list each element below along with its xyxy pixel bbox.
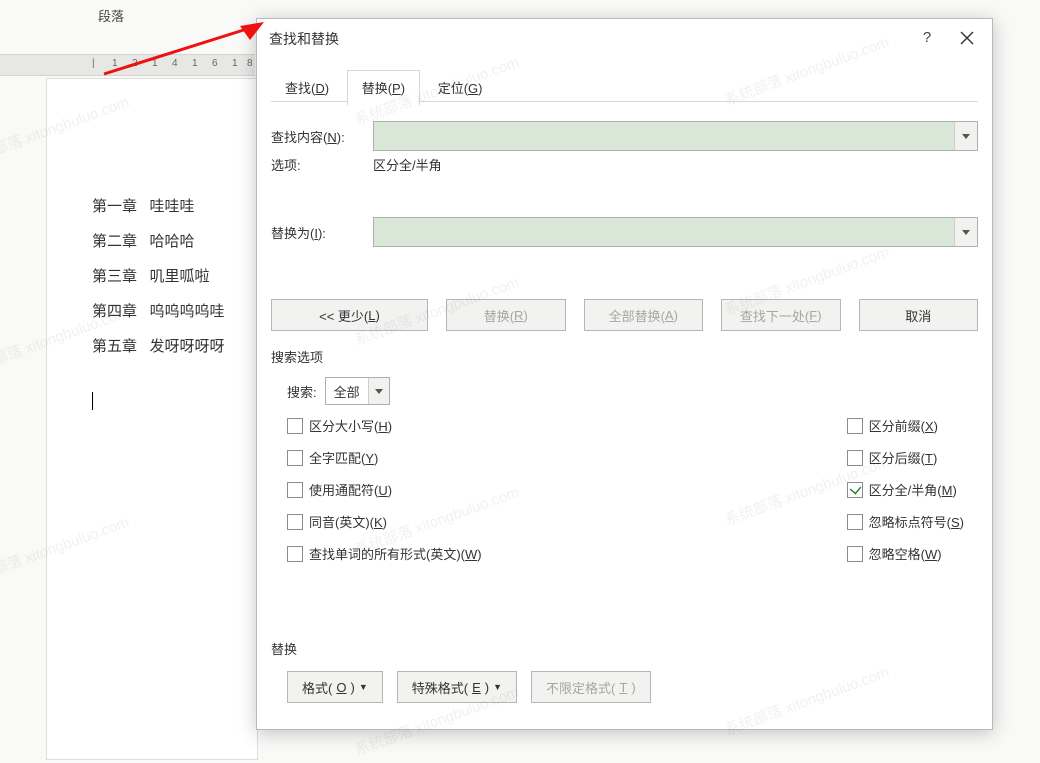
caret-down-icon: ▼ [493,682,502,692]
caret-down-icon: ▼ [359,682,368,692]
search-direction-value: 全部 [326,382,368,401]
replace-input[interactable] [374,218,954,246]
document-page[interactable] [46,78,258,760]
chevron-down-icon [962,230,970,235]
options-right-column: 区分前缀(X) 区分后缀(T) 区分全/半角(M) 忽略标点符号(S) 忽略空格… [847,416,964,563]
check-wildcards[interactable]: 使用通配符(U) [287,480,482,499]
format-button[interactable]: 格式(O)▼ [287,671,383,703]
tab-goto[interactable]: 定位(G) [424,71,497,105]
check-sounds-like[interactable]: 同音(英文)(K) [287,512,482,531]
doc-line[interactable]: 第二章 哈哈哈 [92,234,195,249]
cancel-button[interactable]: 取消 [859,299,979,331]
replace-section-label: 替换 [271,639,297,658]
checkbox-icon [847,514,863,530]
checkbox-icon [287,450,303,466]
find-next-button[interactable]: 查找下一处(F) [721,299,841,331]
replace-button[interactable]: 替换(R) [446,299,566,331]
search-direction-select[interactable]: 全部 [325,377,390,405]
text-cursor [92,392,93,410]
search-direction-row: 搜索: 全部 [287,377,390,405]
help-button[interactable]: ? [912,25,942,51]
checkbox-icon [847,546,863,562]
find-replace-dialog: 查找和替换 ? 查找(D) 替换(P) 定位(G) 查找内容(N): 选项: 区… [256,18,993,730]
doc-line[interactable]: 第三章 叽里呱啦 [92,269,210,284]
replace-label: 替换为(I): [271,223,363,242]
ribbon-group-paragraph: 段落 [98,6,124,25]
check-match-suffix[interactable]: 区分后缀(T) [847,448,938,467]
search-options-label: 搜索选项 [271,347,323,366]
dialog-button-row: << 更少(L) 替换(R) 全部替换(A) 查找下一处(F) 取消 [271,299,978,331]
checkbox-icon [287,546,303,562]
replace-input-combo[interactable] [373,217,978,247]
less-button[interactable]: << 更少(L) [271,299,428,331]
ruler-scale: | 1 2 1 4 1 6 1 8 [82,55,255,75]
find-input-combo[interactable] [373,121,978,151]
replace-dropdown-button[interactable] [954,218,977,246]
check-ignore-punct[interactable]: 忽略标点符号(S) [847,512,964,531]
close-icon [960,31,974,45]
doc-line[interactable]: 第五章 发呀呀呀呀 [92,339,225,354]
checkbox-icon [847,482,863,498]
special-format-button[interactable]: 特殊格式(E)▼ [397,671,517,703]
tab-replace[interactable]: 替换(P) [347,70,420,106]
dialog-title: 查找和替换 [269,29,339,49]
dialog-tabs: 查找(D) 替换(P) 定位(G) [271,69,978,102]
check-full-half-width[interactable]: 区分全/半角(M) [847,480,957,499]
find-input[interactable] [374,122,954,150]
checkbox-icon [287,514,303,530]
close-button[interactable] [952,25,982,51]
no-format-button[interactable]: 不限定格式(T) [531,671,651,703]
find-dropdown-button[interactable] [954,122,977,150]
checkbox-icon [847,418,863,434]
doc-line[interactable]: 第四章 呜呜呜呜哇 [92,304,225,319]
app-background: 段落 | 1 2 1 4 1 6 1 8 第一章 哇哇哇 第二章 哈哈哈 第三章… [0,0,1040,763]
checkbox-icon [287,418,303,434]
tab-find[interactable]: 查找(D) [271,71,343,105]
checkbox-icon [847,450,863,466]
chevron-down-icon [375,389,383,394]
check-word-forms[interactable]: 查找单词的所有形式(英文)(W) [287,544,482,563]
options-left-column: 区分大小写(H) 全字匹配(Y) 使用通配符(U) 同音(英文)(K) 查找单词… [287,416,482,563]
format-button-row: 格式(O)▼ 特殊格式(E)▼ 不限定格式(T) [287,671,651,703]
check-match-case[interactable]: 区分大小写(H) [287,416,482,435]
horizontal-ruler[interactable]: | 1 2 1 4 1 6 1 8 [0,54,255,76]
replace-all-button[interactable]: 全部替换(A) [584,299,704,331]
doc-line[interactable]: 第一章 哇哇哇 [92,199,195,214]
search-direction-dropdown[interactable] [368,378,389,404]
check-whole-word[interactable]: 全字匹配(Y) [287,448,482,467]
find-label: 查找内容(N): [271,127,363,146]
check-ignore-space[interactable]: 忽略空格(W) [847,544,942,563]
check-match-prefix[interactable]: 区分前缀(X) [847,416,938,435]
checkbox-icon [287,482,303,498]
search-direction-label: 搜索: [287,382,317,401]
options-label: 选项: [271,155,363,174]
chevron-down-icon [962,134,970,139]
options-value: 区分全/半角 [373,155,442,174]
